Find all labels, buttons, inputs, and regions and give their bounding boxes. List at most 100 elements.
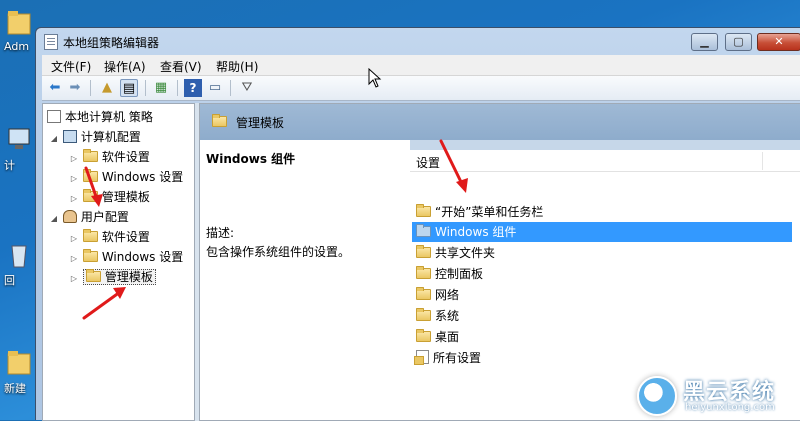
help-icon[interactable]: ? [184,79,202,97]
expand-icon[interactable]: ▷ [69,229,79,248]
folder-icon [212,114,227,127]
folder-icon [7,11,31,35]
tree-item-user-windows-settings[interactable]: ▷ Windows 设置 [69,248,183,267]
list-item-label: 所有设置 [433,351,482,365]
up-folder-icon[interactable]: ▲ [98,79,116,97]
tree-computer-config[interactable]: ◢ 计算机配置 [49,128,141,147]
minimize-button[interactable]: ▁ [691,33,718,51]
folder-icon [416,329,431,342]
expand-icon[interactable]: ▷ [69,169,79,188]
folder-icon [416,287,431,300]
folder-icon [82,229,98,242]
path-header: 管理模板 [200,104,800,140]
watermark: 黑云系统 heiyunxitong.com [637,372,797,418]
desktop-icon-label: 新建 [4,382,26,395]
tree-node-label: 管理模板 [101,190,150,204]
column-separator[interactable] [762,152,763,170]
tree-root-label: 本地计算机 策略 [65,110,153,124]
list-item-system[interactable]: 系统 [412,306,792,326]
list-item-control-panel[interactable]: 控制面板 [412,264,792,284]
tree-node-label: 计算机配置 [80,130,141,144]
watermark-logo-icon [637,376,677,416]
tree-item-user-admin-templates[interactable]: ▷ 管理模板 [69,268,156,287]
menu-file[interactable]: 文件(F) [51,58,91,75]
tree-item-software-settings[interactable]: ▷ 软件设置 [69,148,150,167]
tree-item-windows-settings[interactable]: ▷ Windows 设置 [69,168,183,187]
tree-node-label: 管理模板 [104,270,153,284]
expand-icon[interactable]: ▷ [69,249,79,268]
tree-node-label: 软件设置 [101,150,150,164]
list-item-windows-components[interactable]: Windows 组件 [412,222,792,242]
menu-help[interactable]: 帮助(H) [216,58,258,75]
selected-node[interactable]: 管理模板 [82,269,156,285]
desktop-icon-computer[interactable]: 计 [0,125,38,173]
menu-view[interactable]: 查看(V) [160,58,202,75]
all-settings-icon [414,350,429,365]
folder-icon [82,189,98,202]
show-hide-tree-icon[interactable]: ▤ [120,79,138,97]
list-top-band [410,140,800,150]
export-list-icon[interactable]: ▦ [152,79,170,97]
list-item-all-settings[interactable]: 所有设置 [412,348,792,368]
app-icon [44,34,58,50]
tree-node-label: 用户配置 [80,210,129,224]
desktop-icon-label: Adm [4,40,30,53]
list-item-shared-folders[interactable]: 共享文件夹 [412,243,792,263]
close-button[interactable]: ✕ [757,33,800,51]
list-item-desktop[interactable]: 桌面 [412,327,792,347]
filter-icon[interactable]: ⛛ [238,79,256,97]
tree-item-user-software-settings[interactable]: ▷ 软件设置 [69,228,150,247]
list-item-label: 网络 [435,288,460,302]
list-item-network[interactable]: 网络 [412,285,792,305]
tree-pane[interactable]: 本地计算机 策略 ◢ 计算机配置 ▷ 软件设置 ▷ Windows 设置 ▷ 管… [42,103,195,421]
tree-node-label: 软件设置 [101,230,150,244]
folder-icon [416,245,431,258]
toolbar-separator [90,80,91,96]
folder-icon [85,269,101,282]
tree-node-label: Windows 设置 [101,250,184,264]
forward-icon[interactable]: ➡ [66,79,84,97]
tree-node-label: Windows 设置 [101,170,184,184]
toolbar-separator [177,80,178,96]
toolbar-separator [145,80,146,96]
computer-icon [8,128,30,149]
watermark-url: heiyunxitong.com [685,402,775,413]
folder-icon [7,351,31,375]
desktop-icon-admin[interactable]: Adm [0,8,38,53]
properties-icon[interactable]: ▭ [206,79,224,97]
toolbar-separator [230,80,231,96]
user-icon [62,210,77,223]
expand-icon[interactable]: ▷ [69,149,79,168]
back-icon[interactable]: ⬅ [46,79,64,97]
description-label: 描述: [206,226,235,240]
window-title: 本地组策略编辑器 [63,36,160,50]
list-item-start-menu[interactable]: “开始”菜单和任务栏 [412,202,792,222]
description-panel [200,140,410,420]
tree-root[interactable]: 本地计算机 策略 [47,108,153,127]
folder-icon [416,266,431,279]
collapse-icon[interactable]: ◢ [49,129,59,148]
gpedit-window: 本地组策略编辑器 ▁ ▢ ✕ 文件(F) 操作(A) 查看(V) 帮助(H) ⬅… [35,27,800,421]
tree-item-admin-templates[interactable]: ▷ 管理模板 [69,188,150,207]
folder-icon [82,149,98,162]
expand-icon[interactable]: ▷ [69,189,79,208]
computer-icon [62,130,77,143]
toolbar: ⬅ ➡ ▲ ▤ ▦ ? ▭ ⛛ [42,76,800,101]
desktop-icon-label: 回 [4,274,15,287]
list-item-label: “开始”菜单和任务栏 [435,205,544,219]
maximize-button[interactable]: ▢ [725,33,752,51]
collapse-icon[interactable]: ◢ [49,209,59,228]
list-item-label: 桌面 [435,330,460,344]
expand-icon[interactable]: ▷ [69,269,79,288]
desktop-icon-new[interactable]: 新建 [0,348,38,396]
desktop-icon-recycle-bin[interactable]: 回 [0,240,38,288]
description-title: Windows 组件 [206,152,296,166]
tree-user-config[interactable]: ◢ 用户配置 [49,208,129,227]
policy-document-icon [47,110,61,123]
desktop-icon-label: 计 [4,159,15,172]
menu-action[interactable]: 操作(A) [104,58,146,75]
title-bar[interactable]: 本地组策略编辑器 ▁ ▢ ✕ [36,28,800,55]
column-header-setting[interactable]: 设置 [410,150,800,172]
recycle-bin-icon [11,245,27,268]
list-item-label: 共享文件夹 [435,246,496,260]
